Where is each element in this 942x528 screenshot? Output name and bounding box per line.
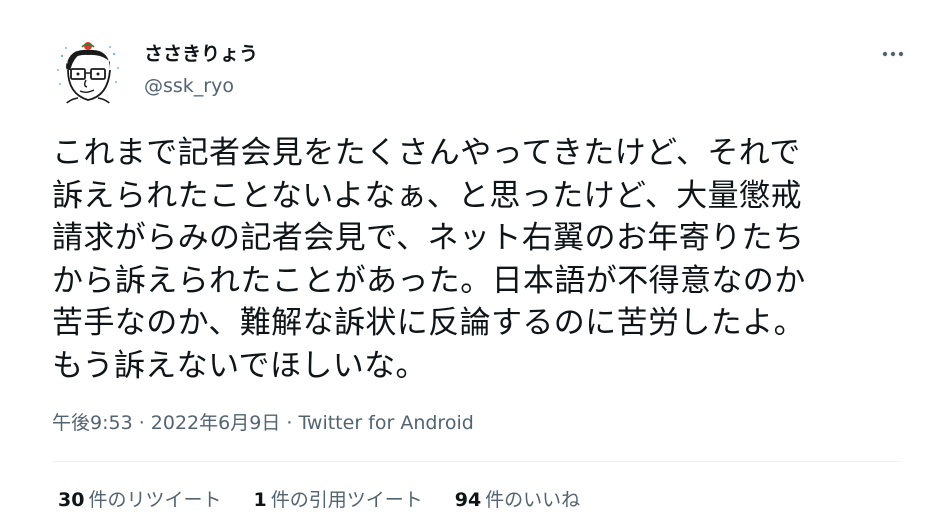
tweet-stats: 30 件のリツイート 1 件の引用ツイート 94 件のいいね bbox=[58, 487, 612, 513]
quote-tweets-count: 1 bbox=[253, 489, 267, 511]
likes-stat[interactable]: 94 件のいいね bbox=[455, 487, 580, 513]
divider bbox=[52, 461, 902, 462]
meta-separator: · bbox=[132, 412, 151, 434]
display-name[interactable]: ささきりょう bbox=[144, 42, 258, 66]
avatar[interactable] bbox=[52, 38, 124, 110]
user-names: ささきりょう @ssk_ryo bbox=[144, 42, 258, 98]
quote-tweets-label: 件の引用ツイート bbox=[270, 489, 423, 511]
meta-separator: · bbox=[280, 412, 299, 434]
more-horizontal-icon bbox=[882, 51, 904, 57]
tweet-time[interactable]: 午後9:53 bbox=[52, 412, 133, 434]
likes-count: 94 bbox=[454, 489, 482, 511]
likes-label: 件のいいね bbox=[485, 489, 581, 511]
tweet-source[interactable]: Twitter for Android bbox=[298, 412, 473, 434]
more-options-button[interactable] bbox=[876, 40, 910, 68]
avatar-illustration-icon bbox=[57, 42, 119, 110]
tweet-metadata: 午後9:53 · 2022年6月9日 · Twitter for Android bbox=[52, 411, 474, 435]
quote-tweets-stat[interactable]: 1 件の引用ツイート bbox=[253, 487, 422, 513]
tweet-header: ささきりょう @ssk_ryo bbox=[52, 30, 910, 110]
tweet-text: これまで記者会見をたくさんやってきたけど、それで 訴えられたことないよなぁ、と思… bbox=[52, 135, 806, 384]
tweet-date[interactable]: 2022年6月9日 bbox=[151, 412, 281, 434]
retweets-stat[interactable]: 30 件のリツイート bbox=[58, 487, 221, 513]
user-handle[interactable]: @ssk_ryo bbox=[144, 74, 258, 98]
retweets-count: 30 bbox=[58, 489, 85, 511]
retweets-label: 件のリツイート bbox=[88, 489, 222, 511]
